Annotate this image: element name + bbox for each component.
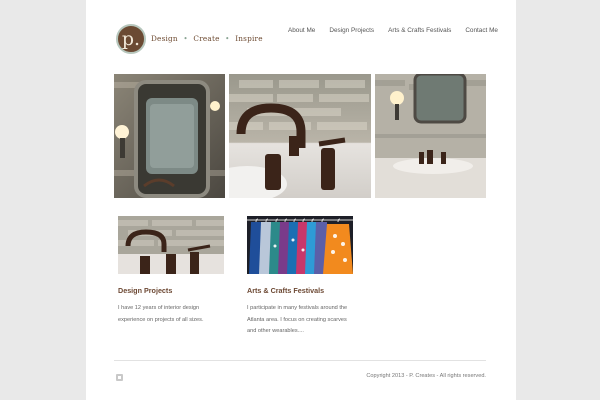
gallery-image-mirror[interactable] xyxy=(114,74,225,198)
card-title[interactable]: Design Projects xyxy=(118,286,224,295)
card-description: I participate in many festivals around t… xyxy=(247,305,348,334)
main-nav: About Me Design Projects Arts & Crafts F… xyxy=(288,27,498,34)
card-thumbnail-scarves[interactable] xyxy=(247,216,353,274)
social-icon[interactable] xyxy=(116,374,123,381)
gallery-image-faucet[interactable] xyxy=(229,74,371,198)
card-thumbnail-faucet[interactable] xyxy=(118,216,224,274)
tagline-word: Design xyxy=(151,34,178,43)
footer-copyright: Copyright 2013 - P. Creates - All rights… xyxy=(366,373,486,379)
tagline-word: Inspire xyxy=(235,34,263,43)
nav-design-projects[interactable]: Design Projects xyxy=(329,27,374,34)
nav-about-me[interactable]: About Me xyxy=(288,27,315,34)
logo-icon[interactable]: p. xyxy=(116,24,146,54)
site-tagline: Design • Create • Inspire xyxy=(151,34,263,43)
logo-letter: p. xyxy=(121,28,141,50)
footer-divider xyxy=(114,360,486,361)
hero-gallery xyxy=(114,74,486,198)
nav-contact-me[interactable]: Contact Me xyxy=(465,27,498,34)
gallery-image-vanity[interactable] xyxy=(375,74,486,198)
card-description: I have 12 years of interior design exper… xyxy=(118,305,204,323)
tagline-separator: • xyxy=(225,34,230,43)
tagline-word: Create xyxy=(193,34,220,43)
tagline-separator: • xyxy=(183,34,188,43)
page-container: p. Design • Create • Inspire About Me De… xyxy=(86,0,516,400)
nav-arts-crafts-festivals[interactable]: Arts & Crafts Festivals xyxy=(388,27,451,34)
card-arts-crafts-festivals: Arts & Crafts Festivals I participate in… xyxy=(247,216,353,338)
card-design-projects: Design Projects I have 12 years of inter… xyxy=(118,216,224,326)
card-title[interactable]: Arts & Crafts Festivals xyxy=(247,286,353,295)
